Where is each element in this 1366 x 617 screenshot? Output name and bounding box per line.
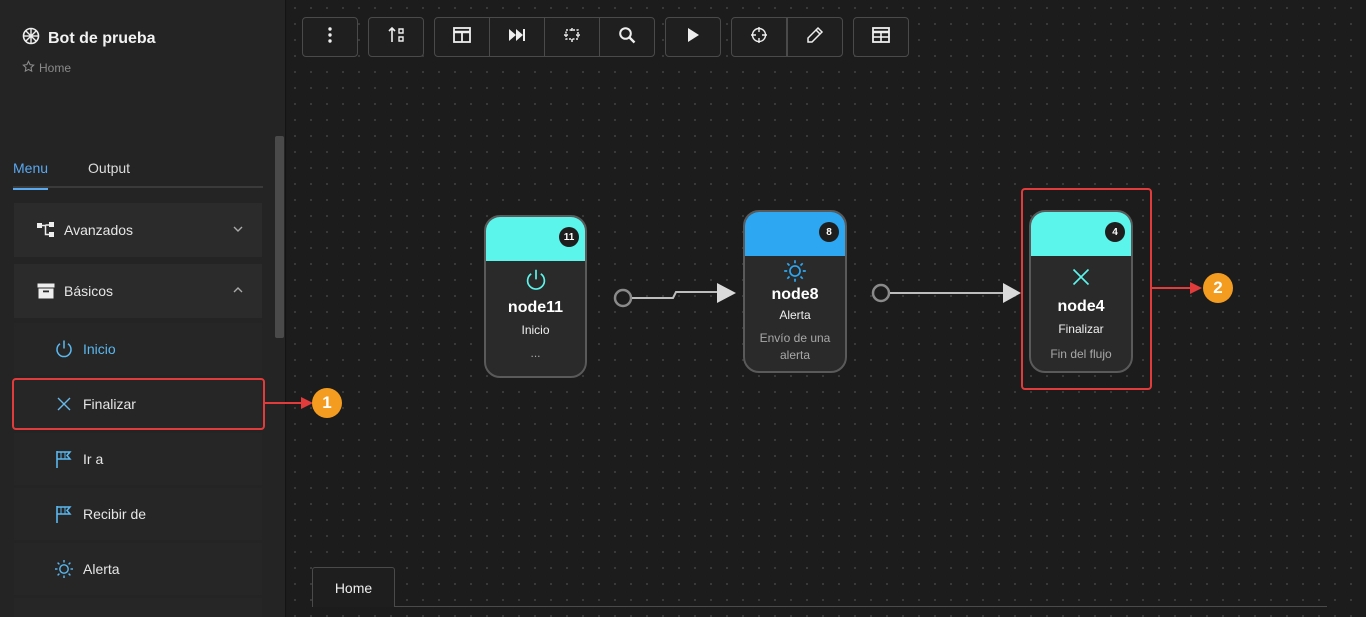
- flow-canvas[interactable]: 11 node11 Inicio ... 8 node8 Alerta Enví…: [287, 0, 1366, 617]
- goto-icon: [54, 449, 74, 469]
- sidebar: Bot de prueba Home Menu Output Avanzados: [0, 0, 286, 617]
- annotation-arrow-1: [265, 397, 313, 409]
- node-header: 8: [745, 212, 845, 256]
- tab-home[interactable]: Home: [312, 567, 395, 607]
- edge-node8-node4[interactable]: [871, 283, 1021, 303]
- menu-group-label: Avanzados: [64, 222, 134, 238]
- menu-group-label: Básicos: [64, 283, 114, 299]
- chevron-down-icon[interactable]: [232, 222, 244, 238]
- chevron-up-icon[interactable]: [232, 283, 244, 299]
- menu-item-partial[interactable]: [14, 598, 262, 617]
- menu-item-label: Ir a: [83, 451, 104, 467]
- edge-node11-node8[interactable]: [613, 283, 736, 308]
- node-title: node11: [507, 299, 564, 316]
- node-title: node8: [771, 286, 819, 303]
- archive-icon: [36, 281, 56, 301]
- bot-wheel-icon: [22, 27, 40, 50]
- tab-menu[interactable]: Menu: [13, 160, 49, 190]
- tab-output[interactable]: Output: [88, 160, 130, 188]
- breadcrumb[interactable]: Home: [22, 60, 71, 76]
- node-node8[interactable]: 8 node8 Alerta Envío de una alerta: [743, 210, 847, 373]
- node-label: Alerta: [779, 308, 811, 322]
- menu-item-inicio[interactable]: Inicio: [14, 323, 262, 375]
- menu-item-recibir-de[interactable]: Recibir de: [14, 488, 262, 540]
- receive-icon: [54, 504, 74, 524]
- highlight-box-finalizar: [12, 378, 265, 430]
- star-icon[interactable]: [22, 60, 35, 76]
- menu-item-label: Recibir de: [83, 506, 147, 522]
- tabbar-divider: [395, 606, 1327, 607]
- node-node11[interactable]: 11 node11 Inicio ...: [484, 215, 587, 378]
- node-description: ...: [530, 346, 541, 360]
- flow-icon: [36, 220, 56, 240]
- power-icon: [54, 339, 74, 359]
- annotation-arrow-2: [1152, 282, 1202, 294]
- node-count-badge: 8: [819, 222, 839, 242]
- brand: Bot de prueba: [22, 27, 156, 50]
- menu-item-label: Alerta: [83, 561, 120, 577]
- highlight-box-node4: [1021, 188, 1152, 390]
- power-icon: [486, 267, 585, 293]
- node-header: 11: [486, 217, 585, 261]
- sidebar-scrollbar[interactable]: [275, 136, 284, 338]
- menu-item-label: Inicio: [83, 341, 116, 357]
- sun-icon: [54, 559, 74, 579]
- sidebar-tabs: Menu Output: [13, 160, 263, 190]
- menu-item-alerta[interactable]: Alerta: [14, 543, 262, 595]
- node-description: Envío de una alerta: [759, 331, 831, 362]
- node-count-badge: 11: [559, 227, 579, 247]
- node-label: Inicio: [521, 323, 550, 337]
- menu-item-ir-a[interactable]: Ir a: [14, 433, 262, 485]
- menu-group-avanzados[interactable]: Avanzados: [14, 203, 262, 257]
- annotation-badge-1: 1: [312, 388, 342, 418]
- sun-icon: [745, 258, 845, 284]
- annotation-badge-2: 2: [1203, 273, 1233, 303]
- breadcrumb-home[interactable]: Home: [39, 61, 71, 75]
- menu-group-basicos[interactable]: Básicos: [14, 264, 262, 318]
- app-root: Bot de prueba Home Menu Output Avanzados: [0, 0, 1366, 617]
- app-title: Bot de prueba: [48, 29, 156, 47]
